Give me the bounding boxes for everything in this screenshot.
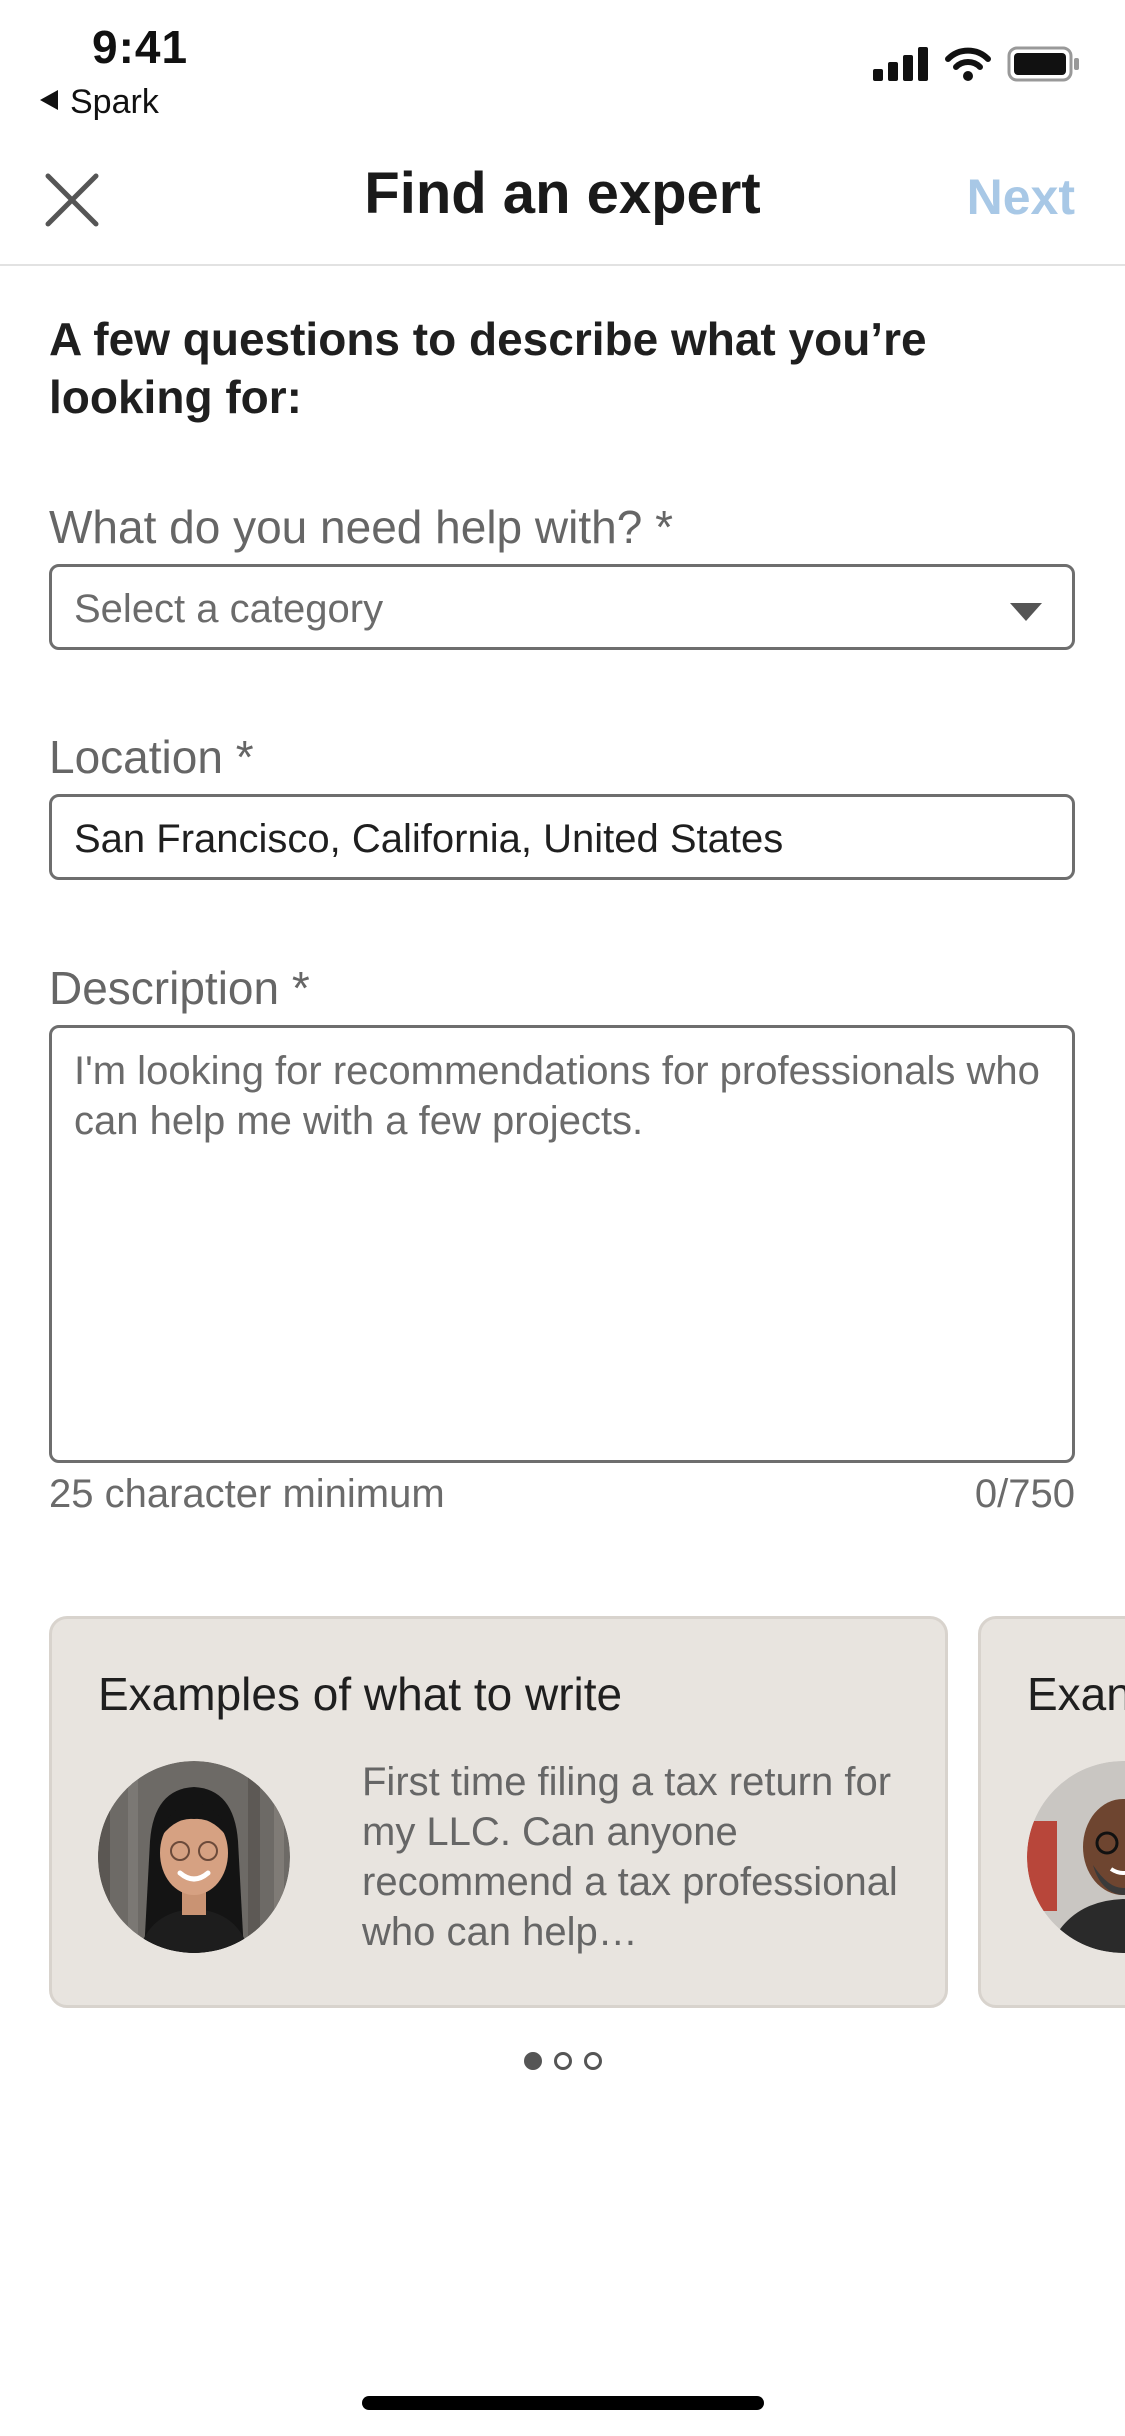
- find-expert-screen: 9:41 Spark Find an expert Next A few que…: [0, 0, 1125, 2436]
- example-card-text: First time filing a tax return for my LL…: [362, 1760, 898, 1954]
- nav-divider: [0, 264, 1125, 266]
- back-triangle-icon: [38, 88, 60, 117]
- battery-icon: [1007, 46, 1081, 87]
- location-field[interactable]: San Francisco, California, United States: [49, 794, 1075, 880]
- category-select[interactable]: Select a category: [49, 564, 1075, 650]
- back-to-app-button[interactable]: Spark: [38, 82, 159, 122]
- pagination-dot-1[interactable]: [523, 2052, 542, 2070]
- location-value: San Francisco, California, United States: [74, 817, 784, 861]
- character-counter: 0/750: [974, 1472, 1075, 1516]
- next-button[interactable]: Next: [967, 168, 1075, 226]
- description-helper: 25 character minimum: [49, 1472, 445, 1516]
- form-intro: A few questions to describe what you’re …: [49, 313, 927, 423]
- description-label: Description *: [49, 962, 310, 1014]
- back-app-label: Spark: [70, 82, 159, 121]
- location-label: Location *: [49, 731, 254, 783]
- example-card[interactable]: Exan: [978, 1616, 1125, 2008]
- example-card-title: Examples of what to write: [98, 1668, 623, 1720]
- example-card[interactable]: Examples of what to write First time fil…: [49, 1616, 948, 2008]
- status-icons: [857, 46, 1081, 87]
- carousel-pagination: [0, 2052, 1125, 2070]
- page-title: Find an expert: [364, 161, 761, 226]
- status-time: 9:41: [92, 21, 189, 73]
- example-card-title: Exan: [1027, 1668, 1125, 1720]
- description-placeholder: I'm looking for recommendations for prof…: [74, 1049, 1040, 1143]
- category-select-placeholder: Select a category: [74, 587, 384, 631]
- home-indicator[interactable]: [362, 2396, 764, 2410]
- signal-icon: [873, 47, 929, 86]
- pagination-dot-3[interactable]: [583, 2052, 602, 2070]
- pagination-dot-2[interactable]: [553, 2052, 572, 2070]
- category-label: What do you need help with? *: [49, 501, 673, 553]
- caret-down-icon: [1010, 603, 1042, 626]
- avatar: [1027, 1761, 1125, 1953]
- avatar: [98, 1761, 290, 1953]
- wifi-icon: [945, 47, 991, 86]
- description-textarea[interactable]: I'm looking for recommendations for prof…: [49, 1025, 1075, 1463]
